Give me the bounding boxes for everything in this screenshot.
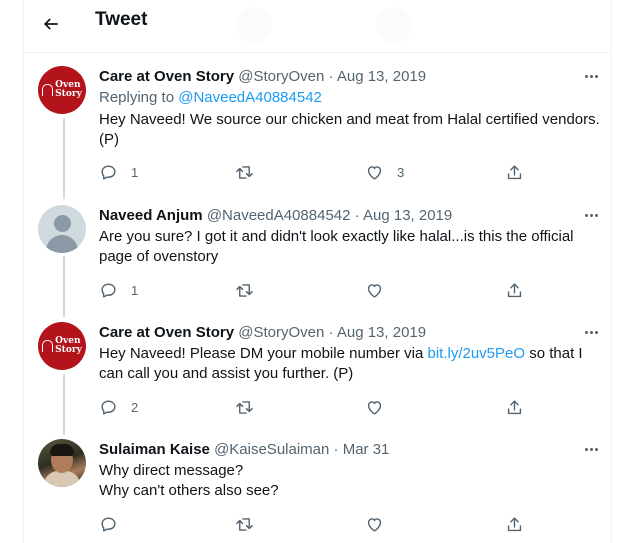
tweet-text: Why direct message? Why can't others als… xyxy=(99,462,279,499)
more-icon xyxy=(584,447,588,451)
share-button[interactable] xyxy=(505,278,524,302)
reply-icon xyxy=(101,516,116,532)
back-button[interactable] xyxy=(34,7,68,41)
tweet-text: Hey Naveed! Please DM your mobile number… xyxy=(99,345,583,382)
tweet-date[interactable]: Aug 13, 2019 xyxy=(337,68,426,85)
reply-button[interactable] xyxy=(99,512,118,536)
author-name[interactable]: Care at Oven Story xyxy=(99,324,234,341)
tweet[interactable]: Oven Story Care at Oven Story @StoryOven … xyxy=(24,322,611,432)
reply-count: 1 xyxy=(131,282,139,298)
faded-header-icon xyxy=(236,7,272,43)
avatar[interactable]: Oven Story xyxy=(38,322,86,370)
retweet-icon xyxy=(236,517,253,531)
avatar[interactable]: Oven Story xyxy=(38,66,86,114)
more-options-button[interactable] xyxy=(579,205,603,225)
tweet-actions: 1 xyxy=(99,278,539,302)
column-border-right xyxy=(611,0,612,543)
retweet-icon xyxy=(236,400,253,414)
share-icon xyxy=(507,516,522,531)
tweet-actions: 2 xyxy=(99,395,539,419)
author-name[interactable]: Sulaiman Kaise xyxy=(99,441,210,458)
page-title: Tweet xyxy=(95,9,148,30)
heart-icon xyxy=(367,400,382,415)
replying-to: Replying to @NaveedA40884542 xyxy=(99,89,322,106)
share-icon xyxy=(507,399,522,414)
faded-header-icon xyxy=(376,7,412,43)
avatar[interactable] xyxy=(38,205,86,253)
tweet-actions: 1 3 xyxy=(99,160,539,184)
reply-button[interactable]: 1 xyxy=(99,278,138,302)
share-icon xyxy=(507,282,522,297)
more-options-button[interactable] xyxy=(579,322,603,342)
tweet-header: Sulaiman Kaise @KaiseSulaiman · Mar 31 xyxy=(99,441,390,458)
like-button[interactable] xyxy=(365,395,384,419)
author-handle[interactable]: @NaveedA40884542 xyxy=(207,207,351,224)
retweet-icon xyxy=(236,165,253,179)
tweet-header: Naveed Anjum @NaveedA40884542 · Aug 13, … xyxy=(99,207,453,224)
tweet-text: Hey Naveed! We source our chicken and me… xyxy=(99,111,600,148)
reply-button[interactable]: 1 xyxy=(99,160,138,184)
tweet-date[interactable]: Mar 31 xyxy=(343,441,390,458)
more-icon xyxy=(584,74,588,78)
tweet-actions xyxy=(99,512,539,536)
tweet-date[interactable]: Aug 13, 2019 xyxy=(337,324,426,341)
like-button[interactable] xyxy=(365,278,384,302)
author-name[interactable]: Care at Oven Story xyxy=(99,68,234,85)
like-count: 3 xyxy=(397,164,405,180)
tweet[interactable]: Naveed Anjum @NaveedA40884542 · Aug 13, … xyxy=(24,205,611,315)
tweet-header: Care at Oven Story @StoryOven · Aug 13, … xyxy=(99,68,427,85)
like-button[interactable]: 3 xyxy=(365,160,404,184)
retweet-button[interactable] xyxy=(235,278,254,302)
heart-icon xyxy=(367,165,382,180)
reply-button[interactable]: 2 xyxy=(99,395,138,419)
tweet-text: Are you sure? I got it and didn't look e… xyxy=(99,228,574,265)
header-bar: Tweet xyxy=(24,0,611,53)
more-icon xyxy=(584,213,588,217)
tweet[interactable]: Oven Story Care at Oven Story @StoryOven … xyxy=(24,66,611,196)
reply-icon xyxy=(101,282,116,298)
more-options-button[interactable] xyxy=(579,439,603,459)
author-handle[interactable]: @KaiseSulaiman xyxy=(214,441,329,458)
arrow-left-icon xyxy=(43,18,58,30)
tweet[interactable]: Sulaiman Kaise @KaiseSulaiman · Mar 31 W… xyxy=(24,439,611,543)
tweet-header: Care at Oven Story @StoryOven · Aug 13, … xyxy=(99,324,427,341)
share-button[interactable] xyxy=(505,160,524,184)
retweet-button[interactable] xyxy=(235,395,254,419)
retweet-button[interactable] xyxy=(235,512,254,536)
share-icon xyxy=(507,164,522,179)
reply-count: 2 xyxy=(131,399,139,415)
author-handle[interactable]: @StoryOven xyxy=(238,324,324,341)
reply-icon xyxy=(101,399,116,415)
retweet-icon xyxy=(236,283,253,297)
more-icon xyxy=(584,330,588,334)
reply-icon xyxy=(101,164,116,180)
heart-icon xyxy=(367,517,382,532)
tweet-date[interactable]: Aug 13, 2019 xyxy=(363,207,452,224)
author-name[interactable]: Naveed Anjum xyxy=(99,207,203,224)
replying-handle-link[interactable]: @NaveedA40884542 xyxy=(178,89,322,106)
heart-icon xyxy=(367,283,382,298)
shortened-link[interactable]: bit.ly/2uv5PeO xyxy=(427,345,525,362)
more-options-button[interactable] xyxy=(579,66,603,86)
reply-count: 1 xyxy=(131,164,139,180)
like-button[interactable] xyxy=(365,512,384,536)
author-handle[interactable]: @StoryOven xyxy=(238,68,324,85)
retweet-button[interactable] xyxy=(235,160,254,184)
share-button[interactable] xyxy=(505,395,524,419)
avatar[interactable] xyxy=(38,439,86,487)
share-button[interactable] xyxy=(505,512,524,536)
